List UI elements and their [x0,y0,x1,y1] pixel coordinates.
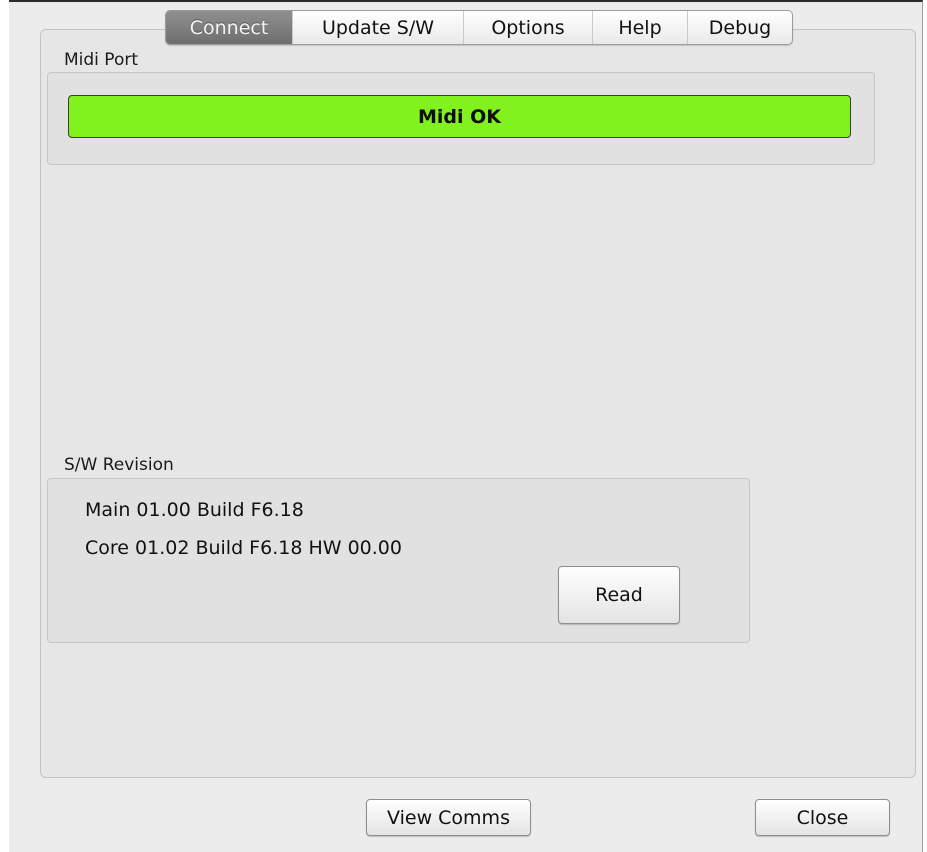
view-comms-button[interactable]: View Comms [366,799,531,836]
connect-dialog-window: Connect Update S/W Options Help Debug Mi… [9,0,923,852]
tab-help[interactable]: Help [592,11,687,44]
tab-bar: Connect Update S/W Options Help Debug [165,10,793,45]
close-button[interactable]: Close [755,799,890,836]
tab-debug[interactable]: Debug [687,11,792,44]
tab-options[interactable]: Options [463,11,592,44]
tab-connect[interactable]: Connect [166,11,292,44]
sw-revision-label: S/W Revision [64,455,174,475]
midi-status-indicator: Midi OK [68,95,851,138]
core-revision-text: Core 01.02 Build F6.18 HW 00.00 [85,537,402,559]
read-button[interactable]: Read [558,566,680,624]
midi-port-label: Midi Port [64,50,139,70]
tab-update-sw[interactable]: Update S/W [292,11,463,44]
main-revision-text: Main 01.00 Build F6.18 [85,499,304,521]
